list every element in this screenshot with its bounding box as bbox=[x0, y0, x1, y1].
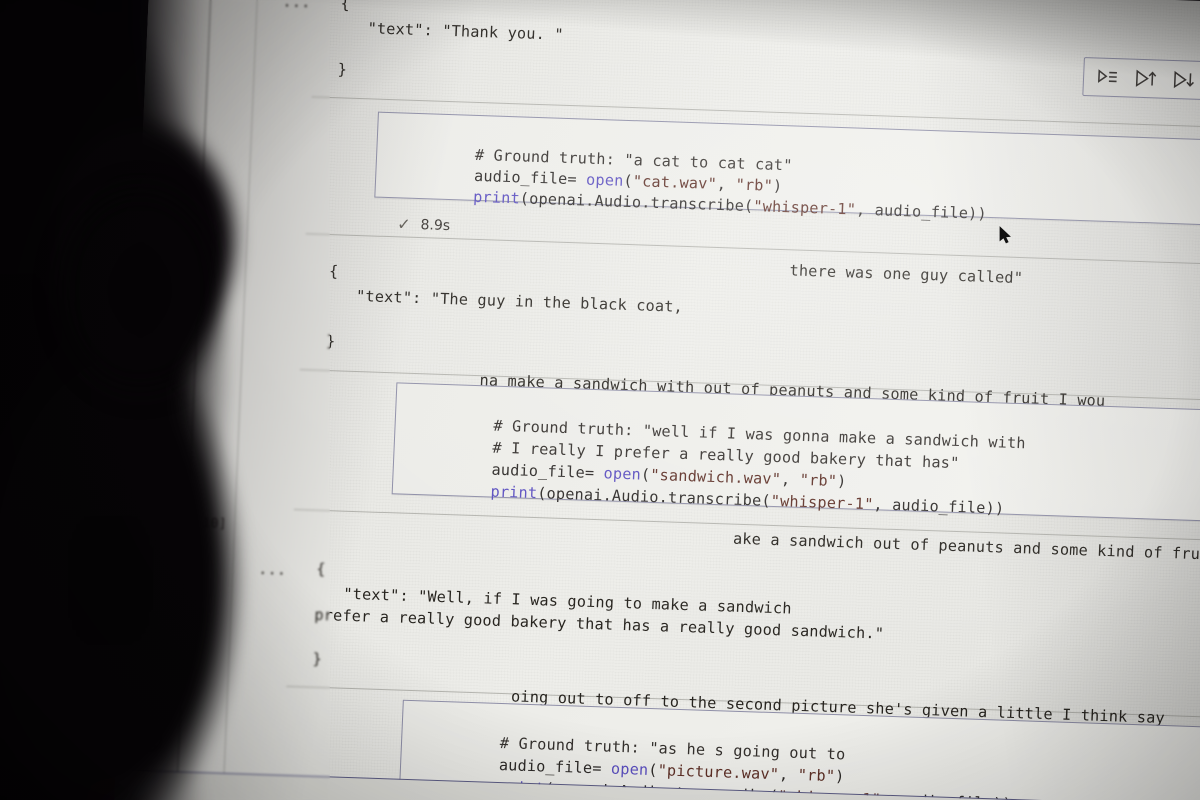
output-prompt-thankyou: ... bbox=[282, 0, 312, 12]
output-prompt-sandwich: ... bbox=[257, 559, 287, 579]
output-line: { bbox=[315, 559, 327, 579]
execution-count-10: [10] bbox=[193, 515, 228, 532]
run-below-icon[interactable] bbox=[1172, 68, 1196, 92]
run-above-icon[interactable] bbox=[1134, 67, 1158, 91]
output-line: { bbox=[340, 0, 351, 13]
cell-divider bbox=[305, 233, 1200, 267]
output-overflow-line: there was one guy called" bbox=[789, 261, 1024, 288]
code-segment: (openai.Audio.transcribe( bbox=[519, 189, 754, 216]
output-line: } bbox=[337, 60, 348, 79]
execution-time: 8.9s bbox=[420, 216, 451, 234]
output-line: "text": "Thank you. " bbox=[339, 18, 565, 44]
cell-toolbar[interactable]: ••• bbox=[1082, 57, 1200, 105]
code-segment: , audio_file)) bbox=[873, 495, 1005, 518]
output-line: } bbox=[325, 332, 336, 351]
notebook-gutter-divider bbox=[220, 0, 260, 800]
notebook-area[interactable]: ... { "text": "Thank you. " } # Ground t… bbox=[174, 0, 1200, 800]
code-segment: , audio_file)) bbox=[855, 200, 988, 223]
code-segment: "whisper-1" bbox=[752, 197, 857, 219]
success-check-icon: ✓ bbox=[396, 214, 412, 234]
code-segment: print bbox=[472, 187, 521, 208]
execute-cell-and-below-icon[interactable] bbox=[1096, 65, 1120, 89]
output-line: { bbox=[328, 262, 339, 281]
screenshot-root: ... { "text": "Thank you. " } # Ground t… bbox=[0, 0, 1200, 800]
output-line: "text": "The guy in the black coat, bbox=[327, 286, 684, 316]
monitor-screen: ... { "text": "Thank you. " } # Ground t… bbox=[112, 0, 1200, 800]
account-icon[interactable] bbox=[130, 721, 165, 756]
code-segment: (openai.Audio.transcribe( bbox=[536, 484, 772, 510]
output-line: } bbox=[312, 649, 323, 669]
cell-run-status: ✓ 8.9s bbox=[397, 214, 451, 235]
code-segment: print bbox=[490, 482, 538, 503]
code-segment: "whisper-1" bbox=[770, 491, 874, 514]
